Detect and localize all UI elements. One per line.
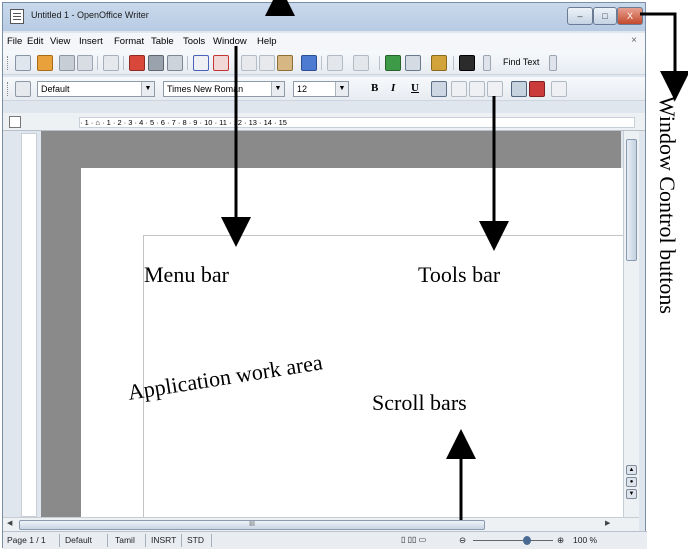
tools-bar-annotation: Tools bar (418, 262, 501, 287)
menu-bar-annotation: Menu bar (144, 262, 229, 287)
scroll-bars-annotation: Scroll bars (372, 390, 467, 415)
window-control-arrow (640, 12, 688, 101)
annotation-arrows (221, 0, 688, 520)
window-controls-annotation-text: Window Control buttons (655, 96, 680, 314)
window-controls-annotation: Window Control buttons (652, 96, 684, 536)
